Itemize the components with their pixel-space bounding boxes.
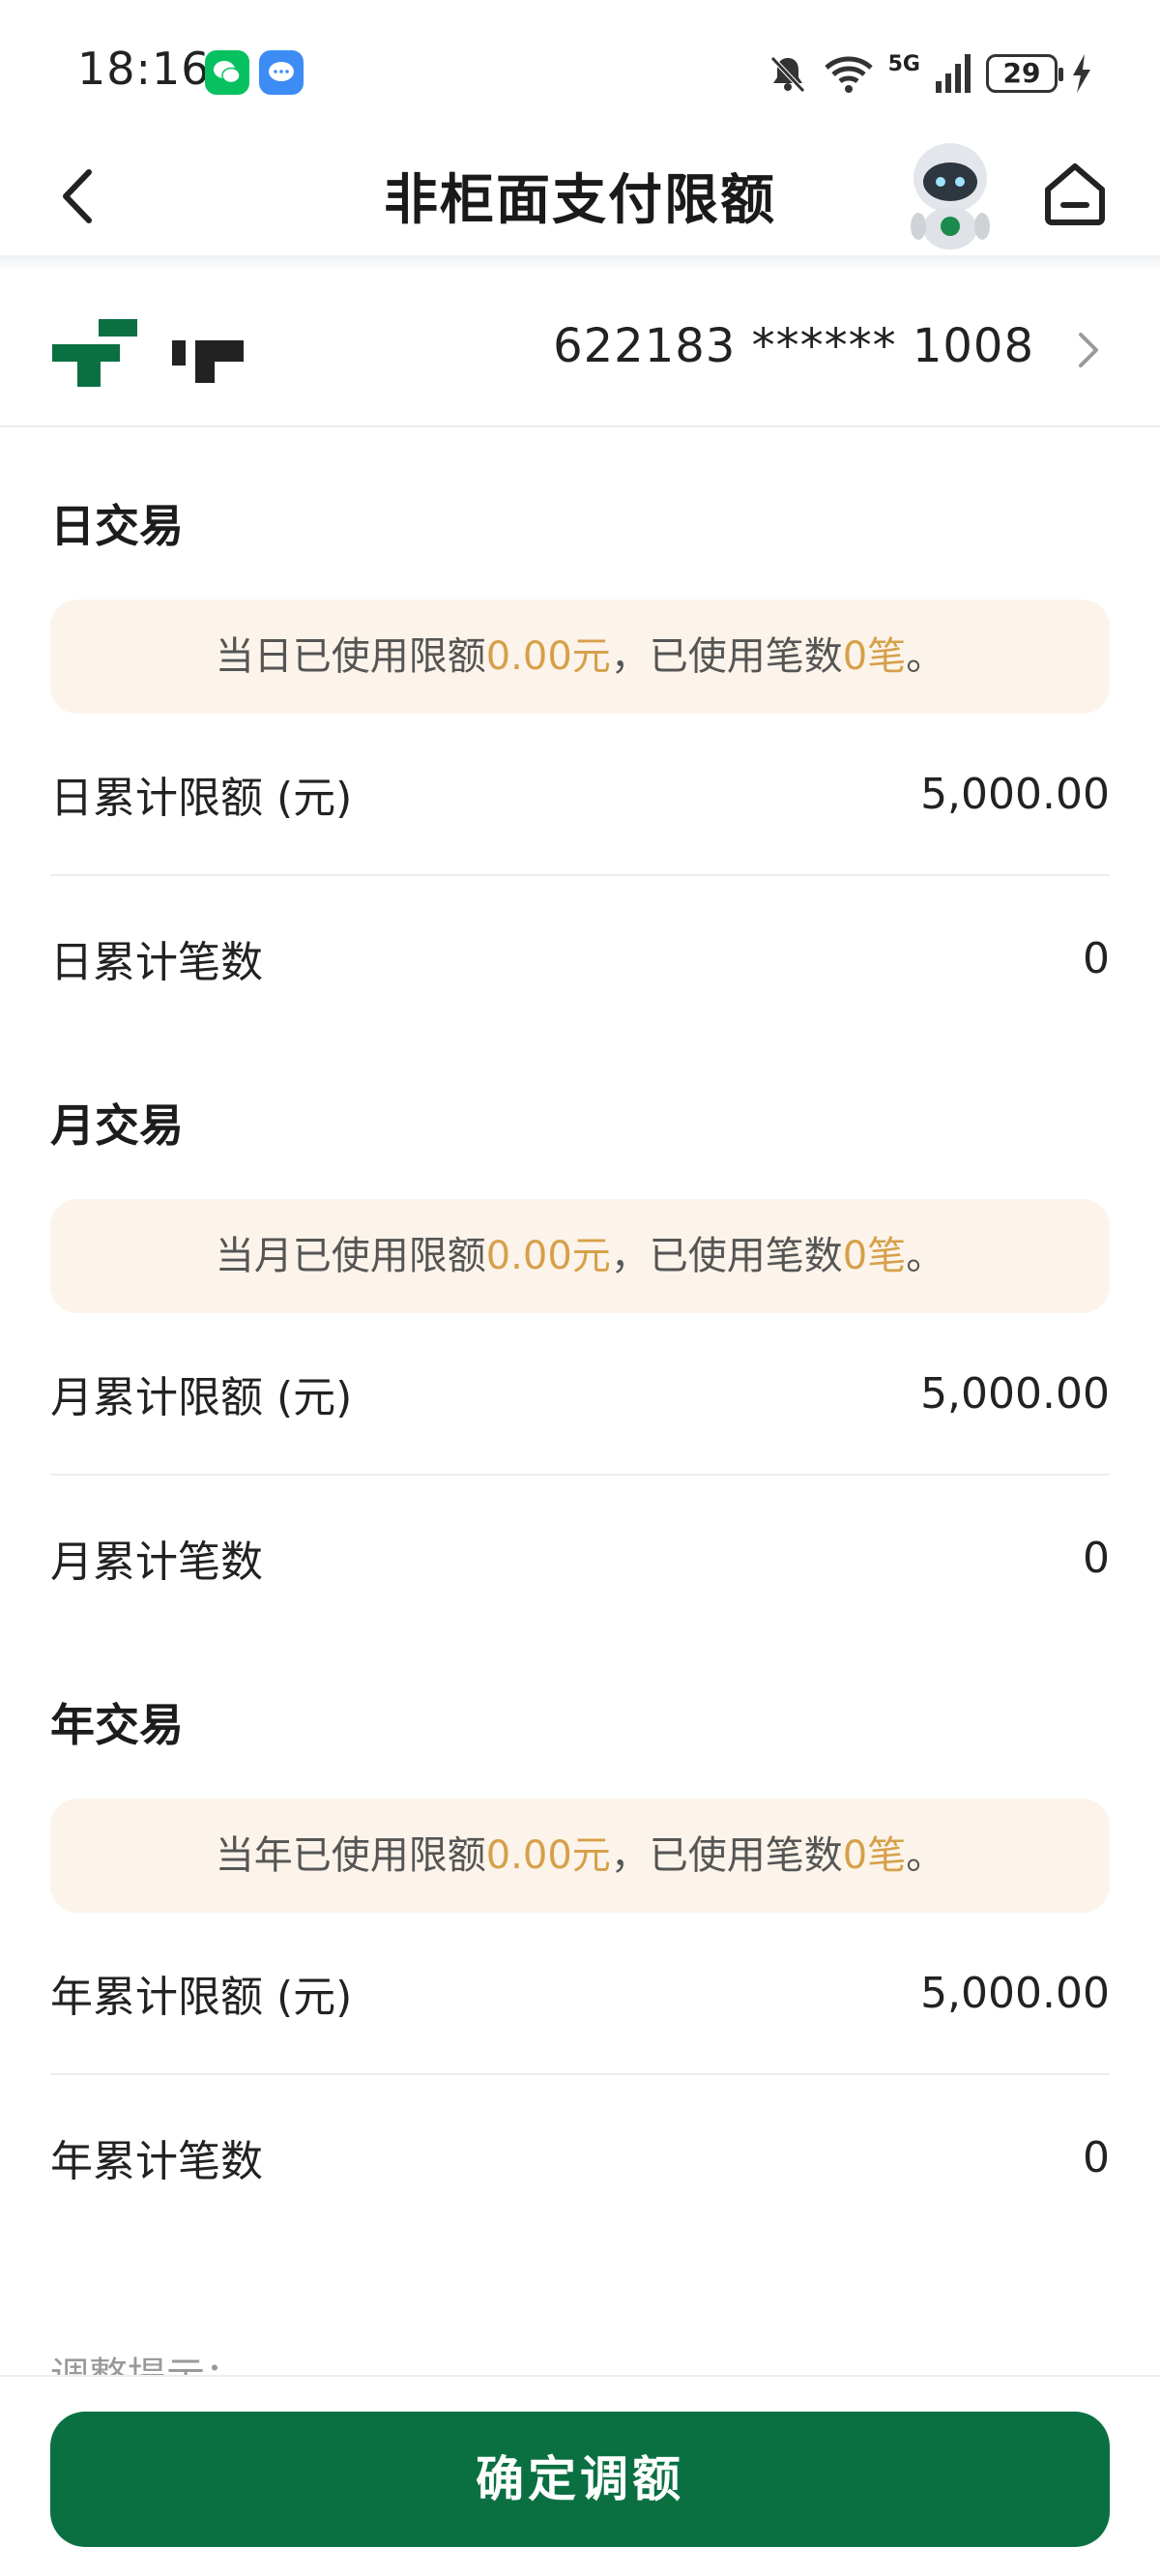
- mascot-robot-icon[interactable]: [897, 137, 1003, 253]
- limit-label: 年累计限额 (元): [50, 1973, 353, 2022]
- usage-middle: ，已使用笔数: [610, 1833, 843, 1878]
- usage-prefix: 当月已使用限额: [215, 1234, 486, 1278]
- count-row[interactable]: 日累计笔数 0: [50, 876, 1110, 1040]
- count-value[interactable]: 0: [1083, 934, 1110, 983]
- daily-section: 日交易 当日已使用限额0.00元，已使用笔数0笔。 日累计限额 (元) 5,00…: [50, 497, 1110, 1040]
- bank-logo: [52, 315, 145, 389]
- mute-bell-icon: [769, 56, 805, 93]
- usage-prefix: 当日已使用限额: [215, 634, 486, 679]
- nav-bar: 非柜面支付限额: [0, 135, 1160, 261]
- wifi-icon: [824, 56, 873, 93]
- count-label: 日累计笔数: [50, 938, 263, 987]
- section-title: 年交易: [50, 1699, 184, 1751]
- yearly-section: 年交易 当年已使用限额0.00元，已使用笔数0笔。 年累计限额 (元) 5,00…: [50, 1696, 1110, 2239]
- count-value[interactable]: 0: [1083, 2133, 1110, 2182]
- usage-amount: 0.00元: [485, 1234, 611, 1278]
- section-title: 月交易: [50, 1099, 184, 1152]
- account-holder-mark: [172, 329, 246, 385]
- limit-value[interactable]: 5,000.00: [920, 1369, 1110, 1419]
- limit-label: 月累计限额 (元): [50, 1373, 353, 1422]
- limit-label: 日累计限额 (元): [50, 774, 353, 823]
- usage-prefix: 当年已使用限额: [215, 1833, 486, 1878]
- status-indicators: 5G 29: [767, 46, 1092, 101]
- charging-icon: [1073, 54, 1090, 93]
- usage-suffix: 。: [906, 1234, 945, 1278]
- wechat-icon: [205, 50, 249, 95]
- usage-suffix: 。: [906, 1833, 945, 1878]
- count-row[interactable]: 年累计笔数 0: [50, 2075, 1110, 2239]
- usage-count: 0笔: [842, 1833, 907, 1878]
- limit-value[interactable]: 5,000.00: [920, 1969, 1110, 2018]
- limit-row[interactable]: 日累计限额 (元) 5,000.00: [50, 714, 1110, 876]
- usage-amount: 0.00元: [485, 1833, 611, 1878]
- usage-amount: 0.00元: [485, 634, 611, 679]
- monthly-section: 月交易 当月已使用限额0.00元，已使用笔数0笔。 月累计限额 (元) 5,00…: [50, 1097, 1110, 1640]
- limit-row[interactable]: 年累计限额 (元) 5,000.00: [50, 1913, 1110, 2075]
- adjust-tip-heading: 调整提示：: [50, 2355, 244, 2377]
- signal-icon: [936, 54, 971, 93]
- count-label: 月累计笔数: [50, 1537, 263, 1587]
- status-bar: 18:16 5G 29: [0, 0, 1160, 135]
- count-value[interactable]: 0: [1083, 1534, 1110, 1583]
- usage-count: 0笔: [842, 634, 907, 679]
- battery-indicator: 29: [986, 54, 1063, 93]
- nav-divider: [0, 255, 1160, 271]
- message-icon: [259, 50, 304, 95]
- network-type: 5G: [887, 51, 920, 76]
- chevron-right-icon[interactable]: [1071, 329, 1106, 371]
- section-title: 日交易: [50, 500, 184, 552]
- limit-value[interactable]: 5,000.00: [920, 770, 1110, 819]
- limit-row[interactable]: 月累计限额 (元) 5,000.00: [50, 1313, 1110, 1476]
- home-icon[interactable]: [1040, 159, 1110, 228]
- card-number: 622183 ****** 1008: [553, 319, 1034, 373]
- usage-count: 0笔: [842, 1234, 907, 1278]
- status-time: 18:16: [77, 43, 211, 95]
- count-label: 年累计笔数: [50, 2137, 263, 2186]
- usage-summary: 当日已使用限额0.00元，已使用笔数0笔。: [50, 600, 1110, 714]
- usage-middle: ，已使用笔数: [610, 1234, 843, 1278]
- card-selector[interactable]: 622183 ****** 1008: [0, 271, 1160, 427]
- footer-bar: 确定调额: [0, 2375, 1160, 2576]
- usage-summary: 当月已使用限额0.00元，已使用笔数0笔。: [50, 1199, 1110, 1313]
- confirm-adjust-button[interactable]: 确定调额: [50, 2412, 1110, 2547]
- usage-summary: 当年已使用限额0.00元，已使用笔数0笔。: [50, 1799, 1110, 1913]
- usage-suffix: 。: [906, 634, 945, 679]
- usage-middle: ，已使用笔数: [610, 634, 843, 679]
- count-row[interactable]: 月累计笔数 0: [50, 1476, 1110, 1640]
